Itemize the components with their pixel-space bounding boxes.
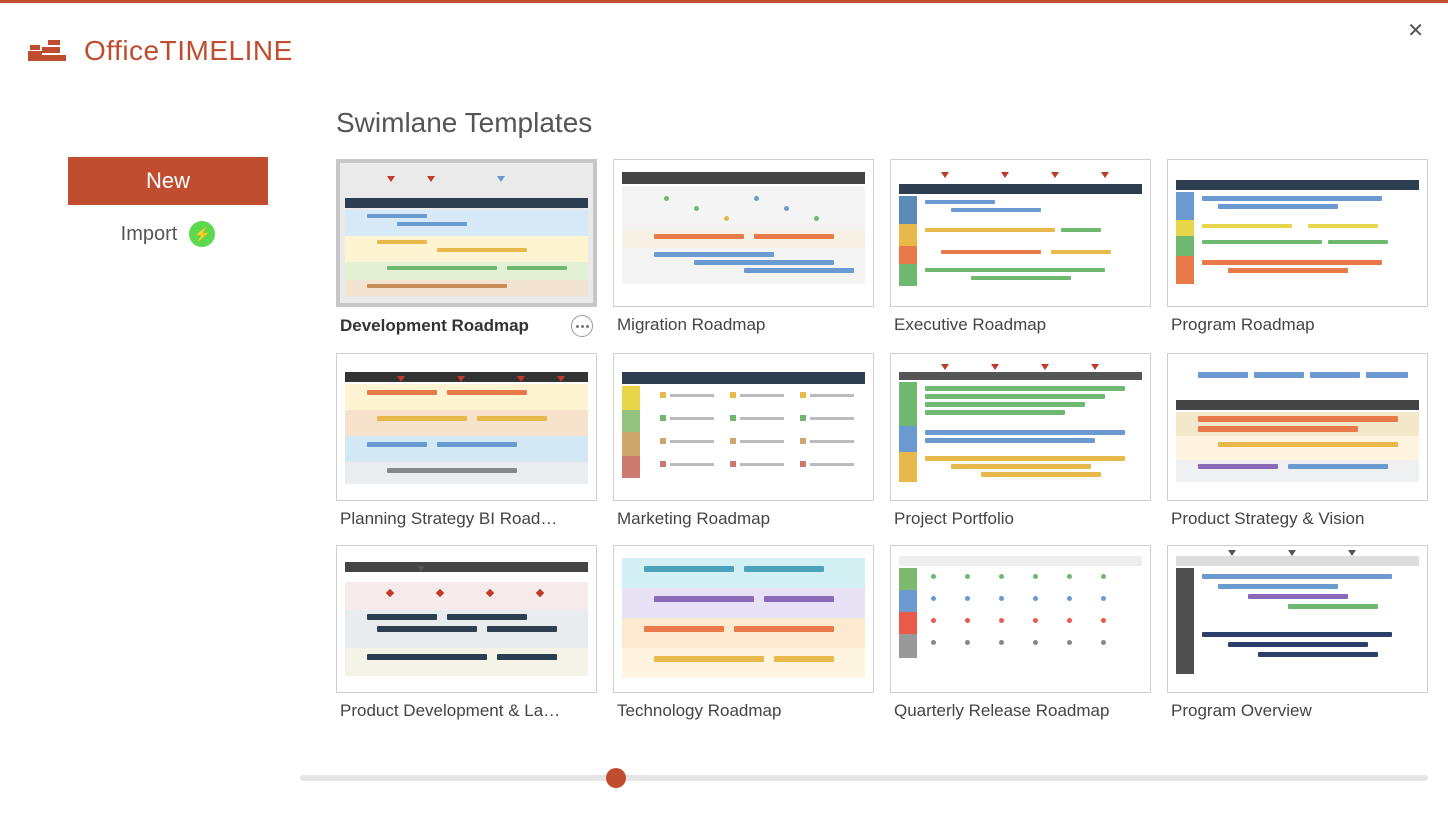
template-card[interactable]: Program Roadmap [1167,159,1428,337]
template-label: Technology Roadmap [617,701,781,721]
close-button[interactable]: ✕ [1407,18,1424,43]
template-card[interactable]: Product Strategy & Vision [1167,353,1428,529]
template-card[interactable]: Development Roadmap [336,159,597,337]
template-label: Product Development & La… [340,701,560,721]
template-thumbnail [1167,545,1428,693]
template-label: Project Portfolio [894,509,1014,529]
template-thumbnail [613,545,874,693]
import-label: Import [121,223,178,246]
template-card[interactable]: Marketing Roadmap [613,353,874,529]
template-thumbnail [890,353,1151,501]
template-label: Program Roadmap [1171,315,1315,335]
template-thumbnail [890,545,1151,693]
template-thumbnail [613,159,874,307]
template-label: Quarterly Release Roadmap [894,701,1109,721]
template-label: Migration Roadmap [617,315,765,335]
horizontal-scrollbar[interactable] [300,775,1428,781]
import-button[interactable]: Import ⚡ [121,221,216,247]
page-title: Swimlane Templates [336,107,1428,139]
template-label: Program Overview [1171,701,1312,721]
template-label: Product Strategy & Vision [1171,509,1364,529]
template-thumbnail [336,545,597,693]
template-card[interactable]: Migration Roadmap [613,159,874,337]
template-thumbnail [1167,353,1428,501]
app-logo-text: OfficeTIMELINE [84,35,293,67]
template-label: Development Roadmap [340,316,529,336]
template-card[interactable]: Executive Roadmap [890,159,1151,337]
template-card[interactable]: Quarterly Release Roadmap [890,545,1151,721]
template-label: Marketing Roadmap [617,509,770,529]
template-card[interactable]: Technology Roadmap [613,545,874,721]
app-logo-icon [28,37,68,65]
template-thumbnail [1167,159,1428,307]
template-thumbnail [336,353,597,501]
template-card[interactable]: Program Overview [1167,545,1428,721]
app-header: OfficeTIMELINE [0,3,1448,67]
template-card[interactable]: Planning Strategy BI Roadm… [336,353,597,529]
template-thumbnail [890,159,1151,307]
template-thumbnail [336,159,597,307]
template-card[interactable]: Product Development & La… [336,545,597,721]
scroll-thumb[interactable] [606,768,626,788]
template-card[interactable]: Project Portfolio [890,353,1151,529]
template-grid: Development Roadmap Migration Roadmap Exec… [336,159,1428,721]
template-label: Planning Strategy BI Roadm… [340,509,570,529]
more-options-button[interactable] [571,315,593,337]
new-button[interactable]: New [68,157,268,205]
template-thumbnail [613,353,874,501]
template-label: Executive Roadmap [894,315,1046,335]
bolt-icon: ⚡ [189,221,215,247]
sidebar: New Import ⚡ [0,107,336,721]
